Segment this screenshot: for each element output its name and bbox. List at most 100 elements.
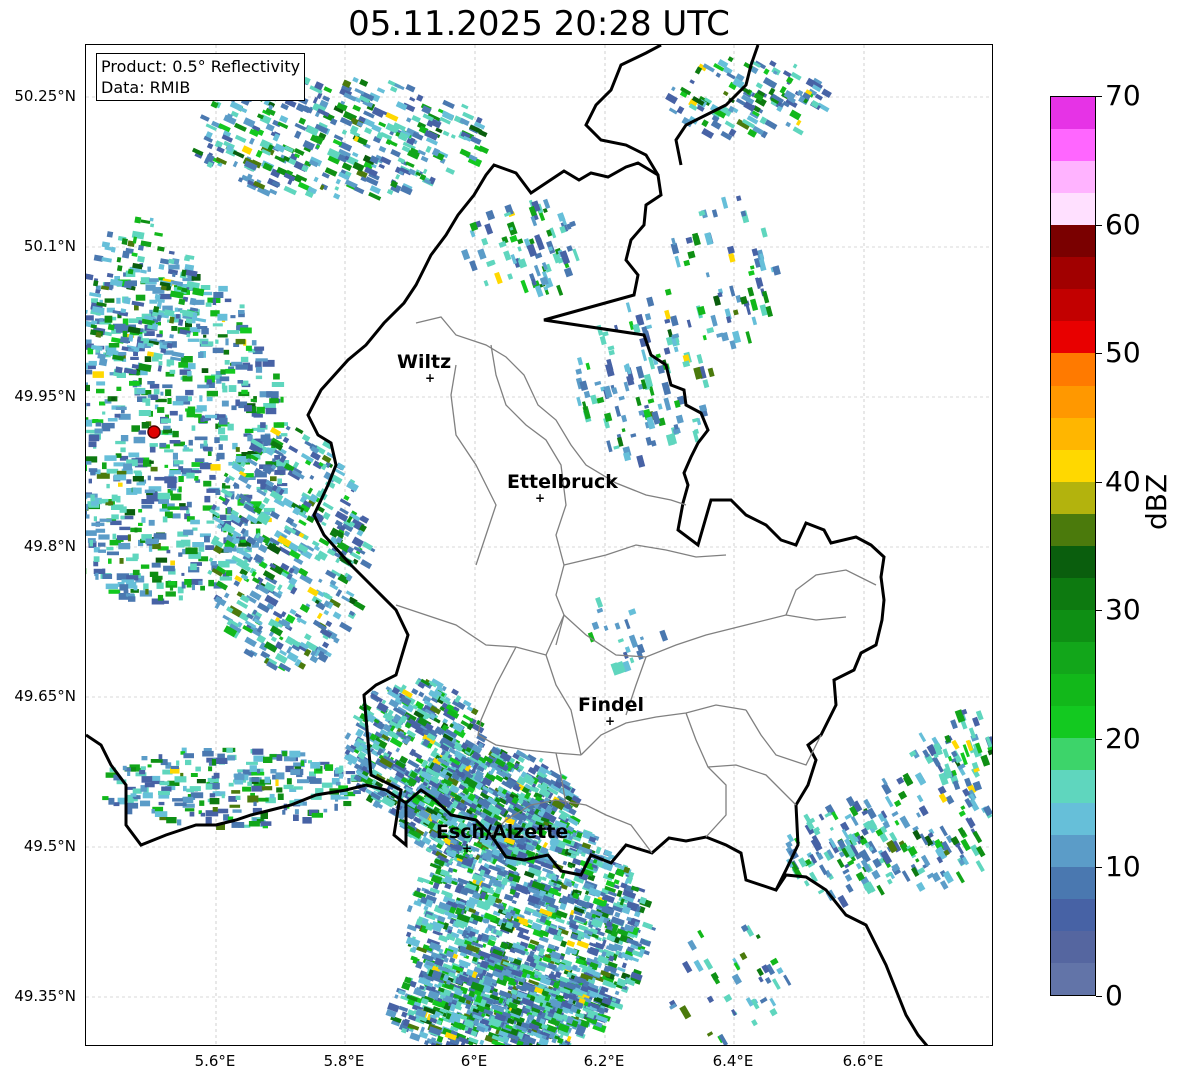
echo-cell: [334, 803, 338, 811]
echo-cell: [151, 809, 155, 814]
echo-cell: [595, 846, 602, 855]
echo-cell: [255, 375, 263, 380]
echo-cell: [194, 458, 205, 463]
echo-cell: [167, 482, 177, 489]
echo-cell: [247, 795, 259, 803]
echo-cell: [191, 470, 202, 474]
echo-cell: [102, 411, 106, 415]
echo-cell: [86, 272, 94, 281]
echo-cell: [277, 478, 282, 485]
echo-cell: [127, 534, 131, 542]
echo-cell: [251, 777, 260, 782]
echo-cell: [298, 117, 307, 125]
echo-cell: [178, 298, 186, 306]
echo-cell: [333, 192, 341, 200]
echo-cell: [228, 782, 234, 787]
echo-cell: [141, 422, 150, 429]
echo-cell: [181, 572, 185, 576]
echo-cell: [764, 119, 778, 130]
echo-cell: [212, 323, 223, 327]
echo-cell: [212, 807, 218, 812]
echo-cell: [345, 771, 356, 775]
echo-cell: [635, 396, 642, 407]
echo-cell: [322, 511, 331, 520]
echo-cell: [90, 494, 95, 502]
echo-cell: [249, 765, 257, 772]
echo-cell: [227, 423, 234, 431]
echo-cell: [422, 830, 429, 838]
echo-cell: [727, 56, 734, 63]
echo-cell: [190, 563, 197, 571]
echo-cell: [98, 358, 108, 367]
echo-cell: [289, 608, 297, 616]
echo-cell: [158, 801, 165, 806]
echo-cell: [635, 365, 645, 379]
echo-cell: [137, 255, 145, 263]
echo-cell: [233, 538, 240, 544]
echo-cell: [95, 528, 106, 533]
echo-cell: [99, 318, 104, 322]
echo-cell: [312, 97, 319, 104]
echo-cell: [204, 535, 210, 543]
echo-cell: [380, 156, 392, 166]
echo-cell: [260, 422, 266, 428]
echo-cell: [250, 398, 257, 402]
echo-cell: [248, 137, 255, 145]
echo-cell: [416, 94, 424, 102]
echo-cell: [316, 612, 323, 620]
echo-cell: [352, 76, 359, 83]
echo-cell: [205, 545, 215, 550]
echo-cell: [343, 801, 352, 807]
echo-cell: [157, 246, 165, 252]
echo-cell: [265, 407, 277, 415]
echo-cell: [279, 115, 289, 124]
echo-cell: [139, 769, 146, 775]
echo-cell: [298, 519, 307, 527]
echo-cell: [121, 579, 135, 583]
echo-cell: [168, 250, 175, 255]
echo-cell: [585, 362, 591, 370]
echo-cell: [248, 821, 260, 827]
echo-cell: [485, 209, 496, 221]
echo-cell: [341, 129, 348, 135]
echo-cell: [145, 538, 159, 545]
echo-cell: [630, 433, 637, 438]
echo-cell: [133, 585, 138, 591]
echo-cell: [282, 436, 290, 444]
echo-cell: [191, 425, 196, 431]
echo-cell: [227, 755, 235, 761]
echo-cell: [696, 354, 704, 364]
echo-cell: [131, 252, 138, 257]
echo-cell: [203, 418, 209, 422]
echo-cell: [179, 503, 186, 507]
echo-cell: [140, 219, 151, 224]
echo-cell: [108, 558, 112, 564]
echo-cell: [509, 234, 518, 243]
echo-cell: [167, 506, 180, 510]
echo-cell: [116, 372, 126, 378]
echo-cell: [86, 339, 87, 345]
echo-cell: [187, 371, 192, 377]
echo-cell: [283, 784, 294, 790]
echo-cell: [159, 293, 172, 300]
echo-cell: [251, 340, 257, 346]
echo-cell: [98, 534, 110, 540]
echo-cell: [762, 290, 770, 304]
echo-cell: [150, 223, 155, 228]
echo-cell: [169, 440, 181, 444]
echo-cell: [729, 285, 736, 297]
echo-cell: [689, 79, 695, 85]
echo-cell: [240, 539, 246, 543]
echo-cell: [194, 413, 202, 418]
echo-cell: [478, 145, 490, 155]
radar-map[interactable]: Product: 0.5° Reflectivity Data: RMIB: [85, 44, 993, 1046]
echo-cell: [177, 819, 182, 826]
echo-cell: [149, 217, 154, 222]
echo-cell: [157, 600, 169, 604]
echo-cell: [566, 940, 576, 948]
echo-cell: [300, 760, 305, 766]
echo-cell: [368, 191, 382, 201]
radar-map-canvas[interactable]: [86, 45, 993, 1046]
echo-cell: [196, 323, 201, 328]
echo-cell: [98, 542, 106, 547]
